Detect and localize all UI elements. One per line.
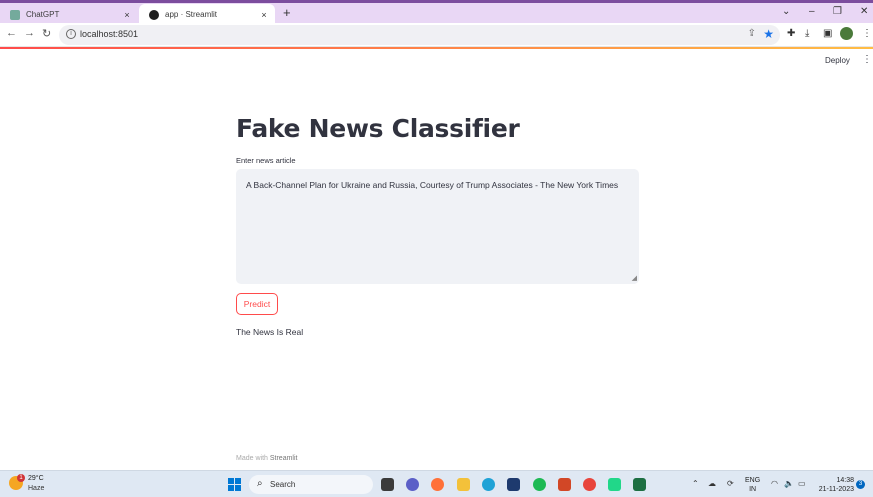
side-panel-icon[interactable]: ▣	[823, 28, 832, 39]
onedrive-cloud-icon[interactable]: ☁	[708, 479, 716, 488]
firefox-icon[interactable]	[431, 478, 444, 491]
deploy-button[interactable]: Deploy	[825, 56, 850, 65]
address-bar[interactable]: i localhost:8501 ⇪ ★	[59, 25, 780, 45]
back-arrow-icon[interactable]: ←	[6, 27, 17, 39]
article-input-label: Enter news article	[236, 156, 296, 165]
weather-temperature[interactable]: 29°C	[28, 475, 44, 482]
calculator-icon[interactable]	[507, 478, 520, 491]
file-explorer-dark-icon[interactable]	[381, 478, 394, 491]
article-text: A Back-Channel Plan for Ukraine and Russ…	[246, 180, 619, 190]
prediction-result: The News Is Real	[236, 327, 304, 337]
site-info-icon[interactable]: i	[66, 29, 76, 39]
edge-icon[interactable]	[482, 478, 495, 491]
close-tab-icon[interactable]: ×	[120, 10, 134, 20]
app-decoration-bar	[0, 47, 873, 49]
region-code: IN	[749, 486, 757, 493]
battery-icon[interactable]: ▭	[798, 479, 806, 488]
footer: Made with Streamlit	[236, 455, 297, 462]
search-icon: ⌕	[257, 478, 263, 489]
spotify-icon[interactable]	[533, 478, 546, 491]
extensions-icon[interactable]: ✚	[787, 28, 795, 39]
tab-search-chevron-icon[interactable]: ⌄	[782, 6, 790, 17]
chatgpt-favicon-icon	[10, 9, 20, 20]
pycharm-icon[interactable]	[608, 478, 621, 491]
browser-menu-icon[interactable]: ⋮	[862, 28, 872, 39]
weather-badge: 1	[17, 474, 25, 482]
app-menu-icon[interactable]: ⋮	[862, 54, 872, 65]
weather-condition[interactable]: Haze	[28, 485, 44, 492]
screen: ChatGPT × app · Streamlit × + ⌄ – ❐ ✕ ← …	[0, 0, 873, 497]
clock-date: 21-11-2023	[818, 486, 854, 493]
excel-icon[interactable]	[633, 478, 646, 491]
article-textarea[interactable]: A Back-Channel Plan for Ukraine and Russ…	[236, 169, 639, 284]
minimize-button[interactable]: –	[809, 6, 815, 17]
restore-button[interactable]: ❐	[833, 6, 842, 17]
streamlit-favicon-icon	[149, 9, 159, 20]
tray-chevron-icon[interactable]: ⌃	[692, 479, 699, 488]
browser-tab-strip: ChatGPT × app · Streamlit × + ⌄ – ❐ ✕	[0, 0, 873, 25]
lang-code: ENG	[745, 477, 761, 484]
tab-chatgpt[interactable]: ChatGPT ×	[0, 4, 138, 25]
windows-start-icon[interactable]	[228, 478, 241, 491]
share-icon[interactable]: ⇪	[748, 28, 756, 39]
url-text: localhost:8501	[80, 29, 139, 39]
clock-time: 14:38	[836, 477, 854, 484]
file-explorer-icon[interactable]	[457, 478, 470, 491]
powerpoint-icon[interactable]	[558, 478, 571, 491]
tab-label: ChatGPT	[26, 10, 60, 19]
tab-label: app · Streamlit	[165, 10, 218, 19]
streamlit-link[interactable]: Streamlit	[270, 455, 298, 462]
system-clock[interactable]: 14:38 21-11-2023	[814, 476, 854, 494]
chrome-icon[interactable]	[583, 478, 596, 491]
reload-icon[interactable]: ↻	[42, 27, 51, 40]
wifi-icon[interactable]: ◠	[771, 479, 778, 488]
volume-icon[interactable]: 🔈	[784, 479, 794, 488]
predict-button[interactable]: Predict	[236, 293, 278, 315]
browser-toolbar: ← → ↻ i localhost:8501 ⇪ ★ ✚ ⤓ ▣ ⋮	[0, 23, 873, 47]
page-title: Fake News Classifier	[236, 114, 520, 143]
footer-prefix: Made with	[236, 455, 268, 462]
bookmark-star-icon[interactable]: ★	[763, 27, 774, 41]
new-tab-button[interactable]: +	[283, 5, 291, 20]
close-tab-icon[interactable]: ×	[257, 10, 271, 20]
sync-icon[interactable]: ⟳	[727, 479, 734, 488]
resize-handle-icon[interactable]: ◢	[632, 274, 637, 282]
teams-chat-icon[interactable]	[406, 478, 419, 491]
forward-arrow-icon[interactable]: →	[24, 27, 35, 39]
windows-taskbar: 1 29°C Haze ⌕ Search ⌃ ☁ ⟳ ENG IN ◠ 🔈 ▭	[0, 470, 873, 497]
download-icon[interactable]: ⤓	[805, 28, 809, 39]
profile-avatar[interactable]	[840, 27, 853, 40]
search-label: Search	[270, 480, 296, 489]
close-window-button[interactable]: ✕	[860, 6, 868, 17]
tab-app-streamlit[interactable]: app · Streamlit ×	[139, 4, 275, 25]
taskbar-search-box[interactable]: ⌕ Search	[249, 475, 373, 494]
notification-badge[interactable]: 3	[856, 480, 865, 489]
input-language[interactable]: ENG IN	[745, 476, 760, 494]
